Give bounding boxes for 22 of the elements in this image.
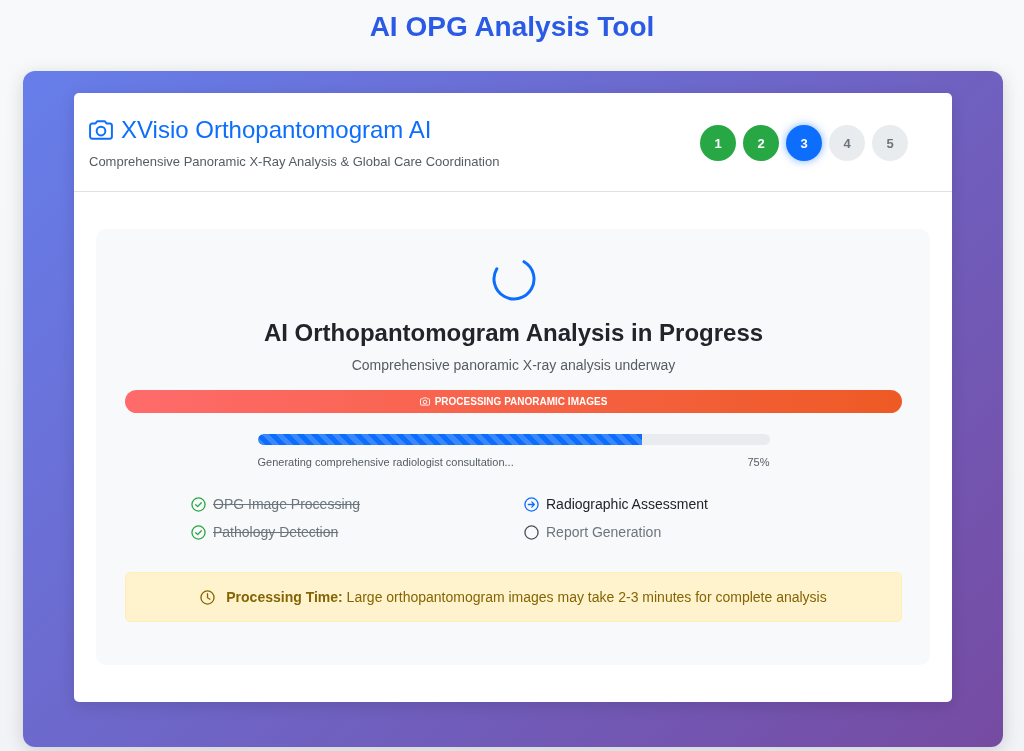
app-title: XVisio Orthopantomogram AI [121,115,432,145]
progress-subtitle: Comprehensive panoramic X-ray analysis underway [350,356,677,375]
progress-heading: AI Orthopantomogram Analysis in Progress [262,318,765,348]
task-label: OPG Image Processing [213,495,361,514]
task-label: Radiographic Assessment [546,495,708,514]
page-title: AI OPG Analysis Tool [368,10,656,44]
progress-status-text: Generating comprehensive radiologist consultation... [257,455,514,470]
loading-spinner-icon [491,257,536,301]
camera-icon [89,120,113,140]
step-indicator: 5 [872,125,908,161]
step-indicator: 3 [786,125,822,161]
clock-icon [200,589,216,605]
task-label: Report Generation [546,523,662,542]
step-indicator: 1 [700,125,736,161]
banner-text: PROCESSING PANORAMIC IMAGES [434,395,608,408]
step-indicator: 2 [743,125,779,161]
step-indicator: 4 [829,125,865,161]
task-label: Pathology Detection [213,523,339,542]
camera-icon [419,397,430,406]
progress-percent: 75% [747,455,770,470]
notice-text: Processing Time: Large orthopantomogram images may take 2-3 minutes for complete analysis [226,588,827,607]
app-subtitle: Comprehensive Panoramic X-Ray Analysis & Global Care Coordination [89,153,500,171]
